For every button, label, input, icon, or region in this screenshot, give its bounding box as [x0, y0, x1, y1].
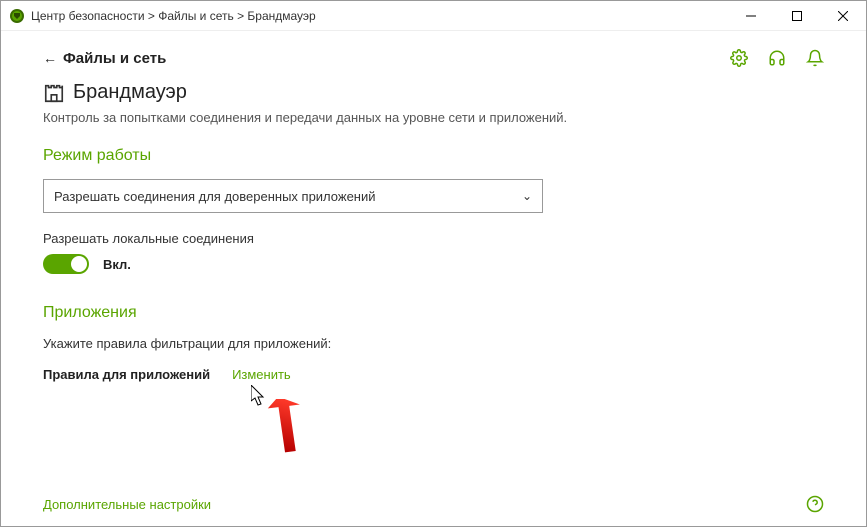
- back-link-label: Файлы и сеть: [63, 50, 166, 67]
- titlebar-breadcrumb: Центр безопасности > Файлы и сеть > Бран…: [31, 9, 728, 23]
- change-rules-link[interactable]: Изменить: [232, 367, 291, 382]
- help-icon[interactable]: [806, 495, 824, 513]
- minimize-button[interactable]: [728, 1, 774, 31]
- maximize-button[interactable]: [774, 1, 820, 31]
- window-controls: [728, 1, 866, 31]
- chevron-down-icon: ⌄: [522, 189, 532, 203]
- page-title: Брандмауэр: [73, 81, 187, 104]
- advanced-settings-link[interactable]: Дополнительные настройки: [43, 497, 211, 512]
- mode-dropdown[interactable]: Разрешать соединения для доверенных прил…: [43, 179, 543, 213]
- allow-local-label: Разрешать локальные соединения: [43, 231, 824, 246]
- settings-gear-icon[interactable]: [730, 49, 748, 67]
- apps-description: Укажите правила фильтрации для приложени…: [43, 336, 824, 351]
- allow-local-toggle[interactable]: [43, 254, 89, 274]
- notifications-bell-icon[interactable]: [806, 49, 824, 67]
- back-link[interactable]: ← Файлы и сеть: [43, 50, 166, 67]
- toggle-state-label: Вкл.: [103, 257, 131, 272]
- close-button[interactable]: [820, 1, 866, 31]
- back-arrow-icon: ←: [43, 50, 57, 66]
- toggle-knob: [71, 256, 87, 272]
- app-rules-label: Правила для приложений: [43, 367, 210, 382]
- apps-section-title: Приложения: [43, 304, 824, 322]
- mode-section-title: Режим работы: [43, 147, 824, 165]
- firewall-castle-icon: [43, 82, 65, 104]
- titlebar: Центр безопасности > Файлы и сеть > Бран…: [1, 1, 866, 31]
- support-headset-icon[interactable]: [768, 49, 786, 67]
- app-logo-icon: [9, 8, 25, 24]
- mode-dropdown-value: Разрешать соединения для доверенных прил…: [54, 189, 376, 204]
- page-description: Контроль за попытками соединения и перед…: [43, 110, 824, 125]
